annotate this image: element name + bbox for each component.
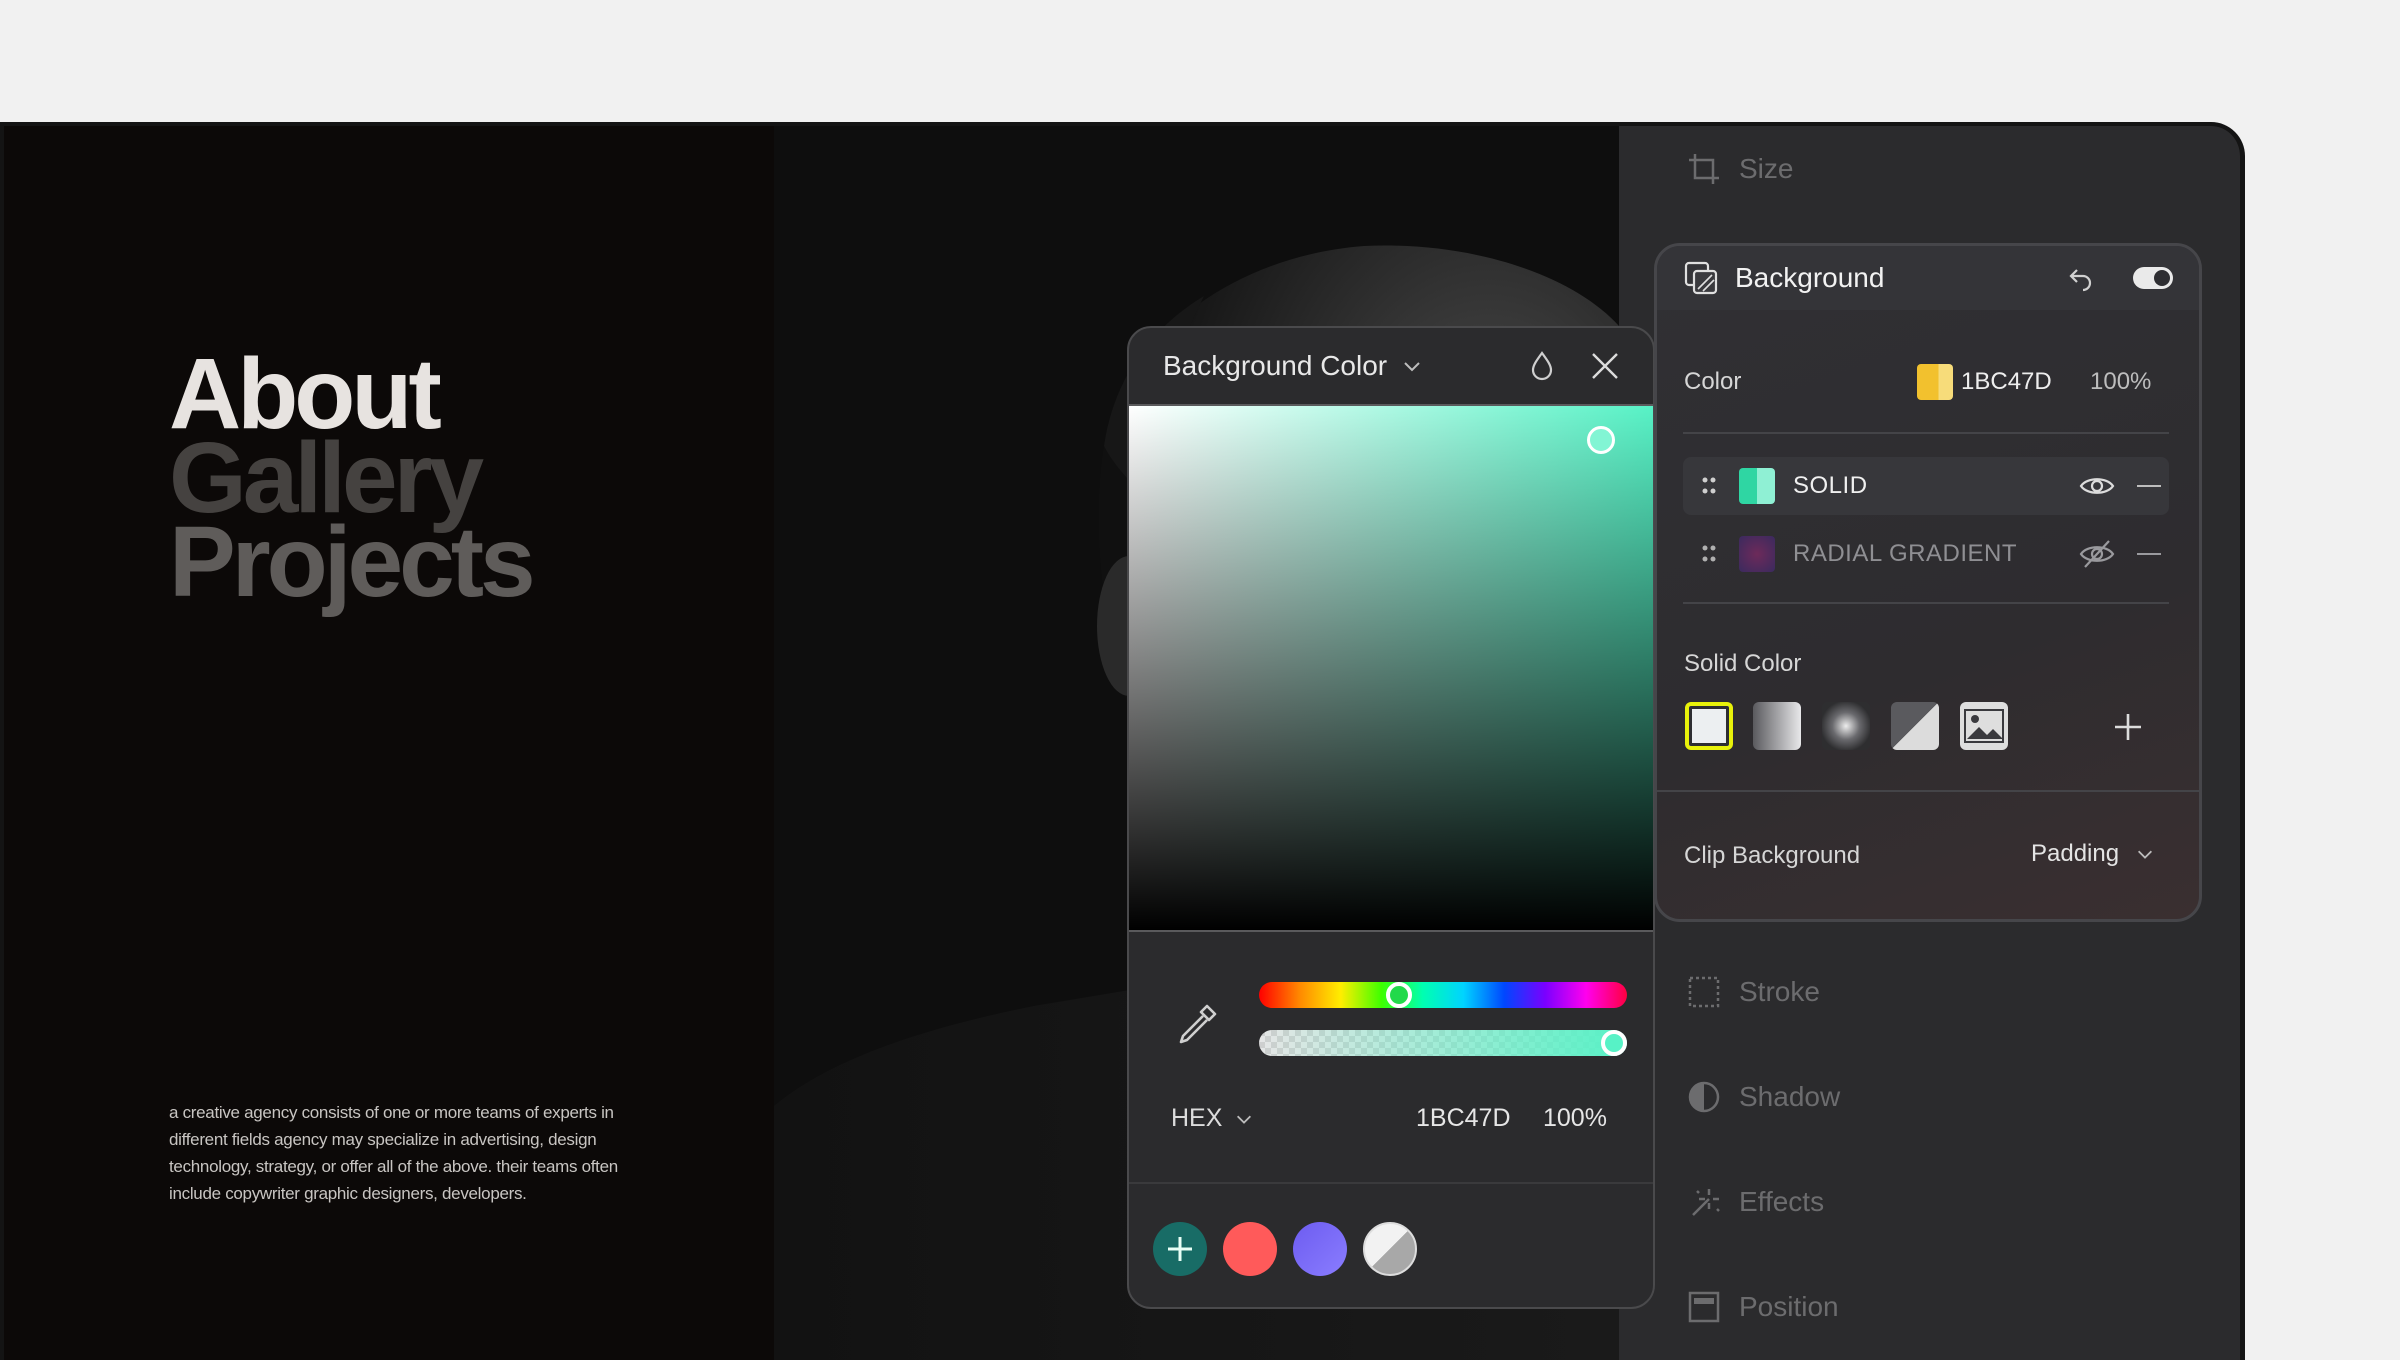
format-label: HEX xyxy=(1171,1104,1223,1132)
color-hex-value[interactable]: 1BC47D xyxy=(1961,368,2052,396)
crop-icon xyxy=(1689,154,1719,184)
add-fill-icon[interactable] xyxy=(2113,712,2143,742)
sidebar-item-shadow[interactable]: Shadow xyxy=(1687,1080,1840,1114)
swatch-purple[interactable] xyxy=(1293,1222,1347,1276)
layer-label: SOLID xyxy=(1793,472,1868,499)
sidebar-item-label: Size xyxy=(1739,153,1794,184)
alpha-knob[interactable] xyxy=(1601,1030,1627,1056)
drag-handle-icon[interactable] xyxy=(1701,543,1717,565)
chevron-down-icon xyxy=(1237,1115,1252,1124)
divider xyxy=(1683,602,2169,604)
layer-color-chip xyxy=(1739,536,1775,572)
layer-radial-gradient[interactable]: RADIAL GRADIENT xyxy=(1683,525,2169,583)
undo-icon[interactable] xyxy=(2067,264,2095,292)
shadow-icon xyxy=(1688,1081,1720,1113)
toggle-knob xyxy=(2154,270,2170,286)
background-panel-header: Background xyxy=(1657,246,2199,310)
plus-icon xyxy=(1168,1237,1192,1261)
position-icon xyxy=(1688,1291,1720,1323)
sidebar-item-label: Stroke xyxy=(1739,976,1820,1007)
sidebar-item-label: Position xyxy=(1739,1291,1839,1322)
close-icon[interactable] xyxy=(1589,350,1621,382)
background-panel-title: Background xyxy=(1735,262,1885,293)
eye-icon[interactable] xyxy=(2079,474,2115,498)
format-select[interactable]: HEX xyxy=(1171,1104,1254,1133)
layer-label: RADIAL GRADIENT xyxy=(1793,540,2017,567)
sparkle-icon xyxy=(1692,1189,1720,1216)
background-toggle[interactable] xyxy=(2133,267,2173,289)
hero-projects[interactable]: Projects xyxy=(169,512,536,612)
fill-type-linear-button[interactable] xyxy=(1753,702,1801,750)
fill-type-radial-button[interactable] xyxy=(1822,702,1870,750)
stroke-icon xyxy=(1688,976,1720,1008)
hue-knob[interactable] xyxy=(1385,982,1412,1008)
fill-type-solid-button[interactable] xyxy=(1685,702,1733,750)
image-icon xyxy=(1964,709,2004,743)
layer-color-chip xyxy=(1739,468,1775,504)
remove-layer-icon[interactable] xyxy=(2137,484,2161,488)
solid-color-label: Solid Color xyxy=(1684,650,1802,677)
clip-background-value: Padding xyxy=(2031,840,2120,867)
sidebar-item-effects[interactable]: Effects xyxy=(1687,1185,1824,1219)
swatch-none[interactable] xyxy=(1363,1222,1417,1276)
color-picker-popover: Background Color HEX 1BC47D 100% xyxy=(1127,326,1655,1309)
layer-solid[interactable]: SOLID xyxy=(1683,457,2169,515)
fill-type-image-button[interactable] xyxy=(1960,702,2008,750)
website-preview-left: About Gallery Projects a creative agency… xyxy=(4,126,774,1360)
clip-background-select[interactable]: Padding xyxy=(2031,840,2155,868)
remove-layer-icon[interactable] xyxy=(2137,552,2161,556)
chevron-down-icon xyxy=(2138,850,2153,859)
sv-handle[interactable] xyxy=(1587,426,1615,454)
saturation-value-area[interactable] xyxy=(1129,404,1653,932)
divider xyxy=(1129,1182,1653,1184)
swatch-red[interactable] xyxy=(1223,1222,1277,1276)
alpha-slider[interactable] xyxy=(1259,1030,1627,1056)
sidebar-item-size[interactable]: Size xyxy=(1687,152,1793,186)
sidebar-item-position[interactable]: Position xyxy=(1687,1290,1839,1324)
picker-title[interactable]: Background Color xyxy=(1163,350,1387,382)
drag-handle-icon[interactable] xyxy=(1701,475,1717,497)
divider xyxy=(1683,432,2169,434)
color-opacity-value[interactable]: 100% xyxy=(2090,368,2151,396)
picker-header: Background Color xyxy=(1129,328,1653,404)
hex-input[interactable]: 1BC47D xyxy=(1416,1104,1511,1133)
divider xyxy=(1657,790,2199,792)
chevron-down-icon[interactable] xyxy=(1401,355,1423,377)
eye-off-icon[interactable] xyxy=(2079,539,2115,569)
clip-background-label: Clip Background xyxy=(1684,842,1861,869)
sidebar-item-label: Effects xyxy=(1739,1186,1825,1217)
hue-slider[interactable] xyxy=(1259,982,1627,1008)
add-swatch-button[interactable] xyxy=(1153,1222,1207,1276)
sidebar-item-label: Shadow xyxy=(1739,1081,1841,1112)
fill-type-angular-button[interactable] xyxy=(1891,702,1939,750)
eyedropper-icon[interactable] xyxy=(1175,1000,1221,1046)
opacity-drop-icon[interactable] xyxy=(1525,349,1559,383)
background-panel: Background Color 1BC47D 100% SOLID RADIA… xyxy=(1654,243,2202,922)
about-blurb: a creative agency consists of one or mor… xyxy=(169,1103,618,1203)
color-preview-chip[interactable] xyxy=(1917,364,1953,400)
background-layers-icon xyxy=(1684,261,1718,295)
sidebar-item-stroke[interactable]: Stroke xyxy=(1687,975,1820,1009)
opacity-input[interactable]: 100% xyxy=(1543,1104,1607,1133)
color-label: Color xyxy=(1684,368,1742,395)
